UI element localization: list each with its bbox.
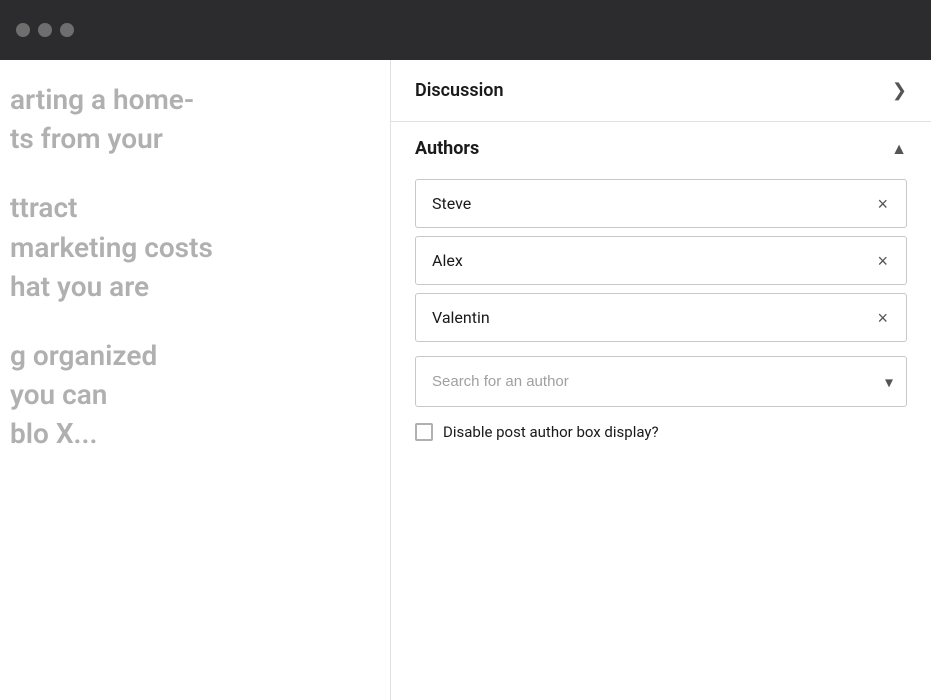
disable-author-box-label[interactable]: Disable post author box display? — [443, 423, 659, 441]
traffic-light-green — [60, 23, 74, 37]
discussion-header[interactable]: Discussion ❯ — [391, 60, 931, 121]
title-bar — [0, 0, 931, 60]
author-name-steve: Steve — [432, 194, 471, 213]
author-name-valentin: Valentin — [432, 308, 490, 327]
left-panel: arting a home-ts from your ttractmarketi… — [0, 60, 390, 700]
authors-chevron-up-icon[interactable]: ▲ — [891, 139, 907, 159]
authors-section: Authors ▲ Steve × Alex × Valentin × S — [391, 122, 931, 465]
traffic-light-red — [16, 23, 30, 37]
search-author-select[interactable]: Search for an author — [415, 356, 907, 407]
discussion-title: Discussion — [415, 80, 504, 101]
author-tag-valentin: Valentin × — [415, 293, 907, 342]
right-panel: Discussion ❯ Authors ▲ Steve × Alex × Va — [391, 60, 931, 700]
search-author-wrapper: Search for an author ▾ — [415, 356, 907, 407]
remove-author-steve-button[interactable]: × — [875, 195, 890, 213]
article-content-preview: arting a home-ts from your ttractmarketi… — [0, 80, 390, 454]
author-name-alex: Alex — [432, 251, 463, 270]
discussion-section: Discussion ❯ — [391, 60, 931, 122]
remove-author-valentin-button[interactable]: × — [875, 309, 890, 327]
authors-title: Authors — [415, 138, 479, 159]
author-tag-steve: Steve × — [415, 179, 907, 228]
author-tag-alex: Alex × — [415, 236, 907, 285]
disable-author-box-row: Disable post author box display? — [415, 423, 907, 441]
discussion-chevron-icon: ❯ — [892, 80, 907, 101]
authors-header: Authors ▲ — [415, 138, 907, 159]
disable-author-box-checkbox[interactable] — [415, 423, 433, 441]
traffic-light-yellow — [38, 23, 52, 37]
main-area: arting a home-ts from your ttractmarketi… — [0, 60, 931, 700]
remove-author-alex-button[interactable]: × — [875, 252, 890, 270]
